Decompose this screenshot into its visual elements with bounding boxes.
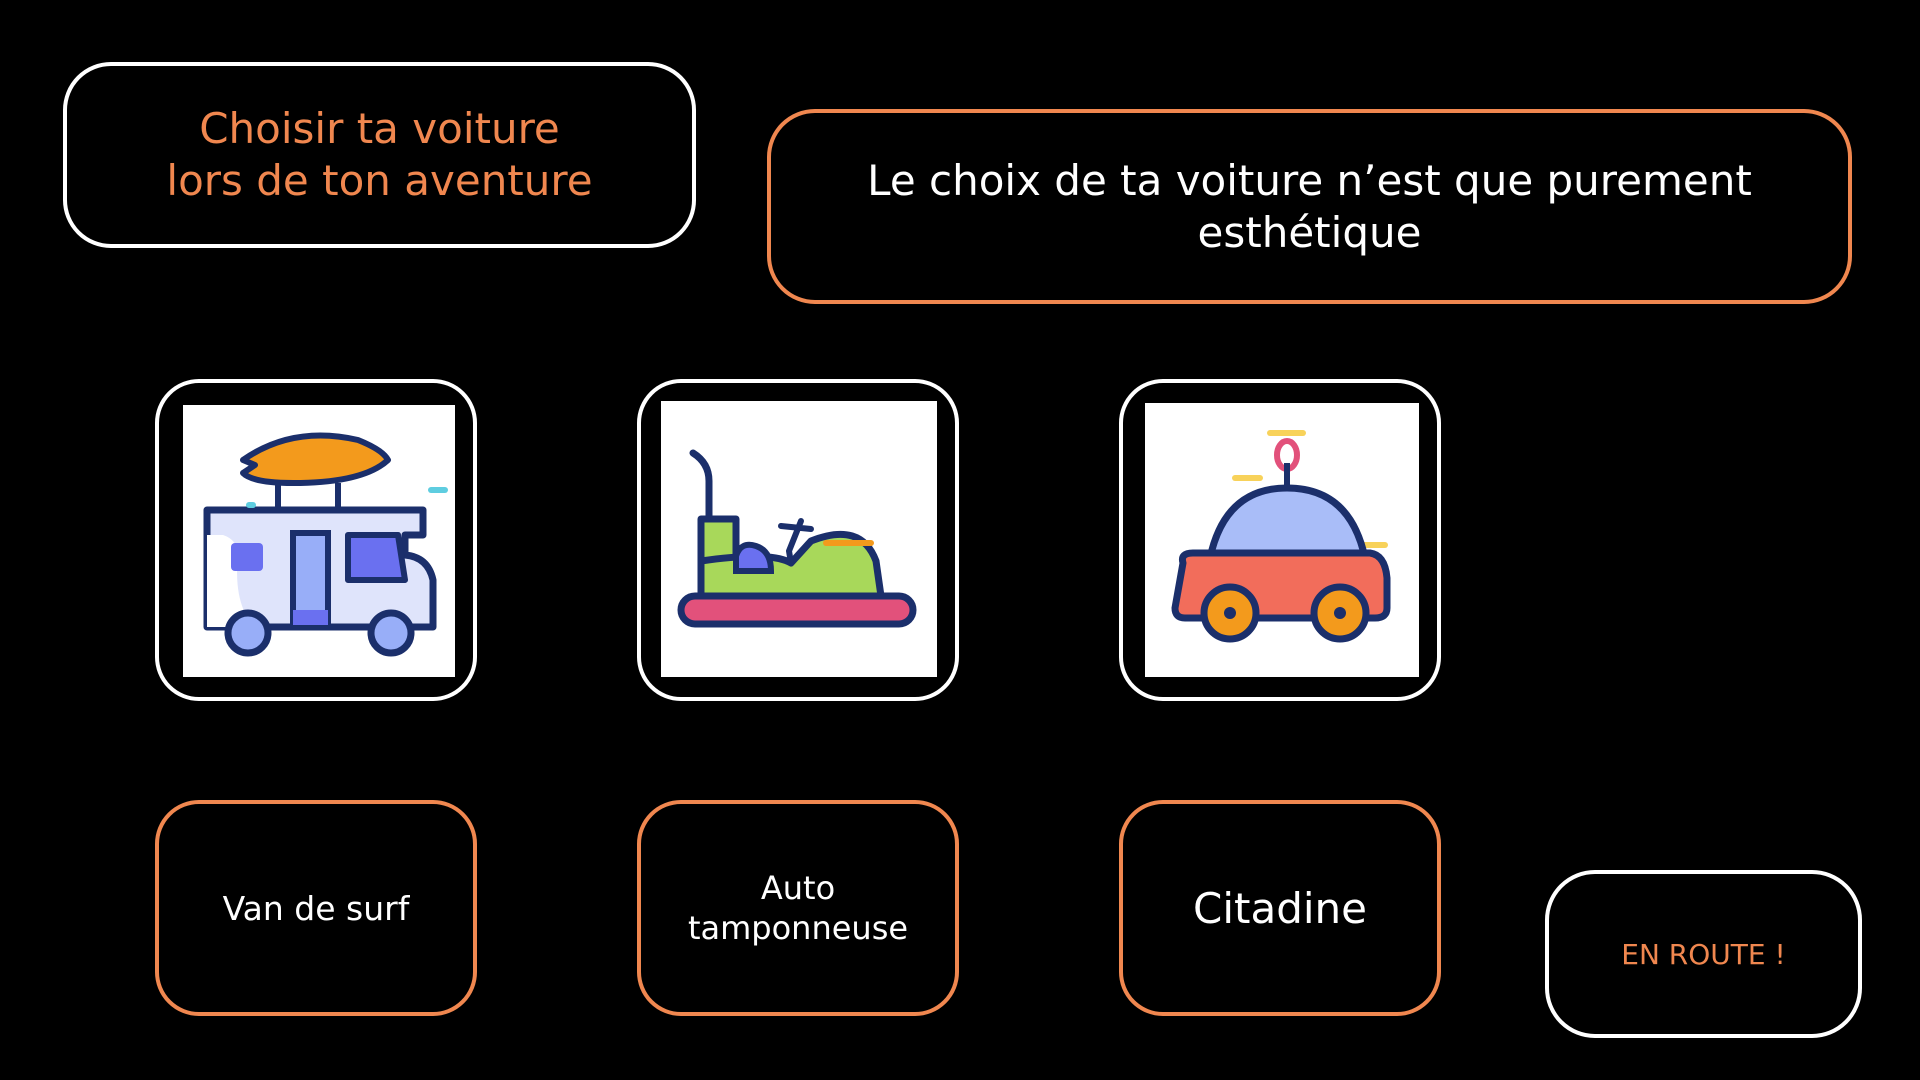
title-panel: Choisir ta voiture lors de ton aventure bbox=[63, 62, 696, 248]
slide: Choisir ta voiture lors de ton aventure … bbox=[0, 0, 1920, 1080]
info-line-1: Le choix de ta voiture n’est que puremen… bbox=[867, 155, 1752, 205]
title-line-2: lors de ton aventure bbox=[166, 156, 593, 205]
surf-van-icon bbox=[203, 432, 448, 657]
go-button[interactable]: EN ROUTE ! bbox=[1545, 870, 1862, 1038]
info-panel: Le choix de ta voiture n’est que puremen… bbox=[767, 109, 1852, 304]
city-car-card[interactable] bbox=[1119, 379, 1441, 701]
surf-van-button[interactable]: Van de surf bbox=[155, 800, 477, 1016]
bumper-car-card[interactable] bbox=[637, 379, 959, 701]
title-line-1: Choisir ta voiture bbox=[199, 104, 560, 153]
bumper-car-image bbox=[661, 401, 937, 677]
go-button-label: EN ROUTE ! bbox=[1621, 937, 1786, 971]
surf-van-image bbox=[183, 405, 455, 677]
city-car-label: Citadine bbox=[1193, 883, 1367, 933]
surf-van-label: Van de surf bbox=[222, 888, 410, 928]
city-car-image bbox=[1145, 403, 1419, 677]
surf-van-card[interactable] bbox=[155, 379, 477, 701]
bumper-car-label: Auto tamponneuse bbox=[688, 868, 908, 948]
city-car-icon bbox=[1171, 430, 1391, 643]
bumper-car-icon bbox=[677, 449, 917, 628]
city-car-button[interactable]: Citadine bbox=[1119, 800, 1441, 1016]
bumper-car-label-line-1: Auto bbox=[760, 869, 836, 907]
info-line-2: esthétique bbox=[1197, 207, 1422, 257]
bumper-car-button[interactable]: Auto tamponneuse bbox=[637, 800, 959, 1016]
info-text: Le choix de ta voiture n’est que puremen… bbox=[867, 155, 1752, 259]
page-title: Choisir ta voiture lors de ton aventure bbox=[166, 103, 592, 207]
bumper-car-label-line-2: tamponneuse bbox=[687, 909, 909, 947]
